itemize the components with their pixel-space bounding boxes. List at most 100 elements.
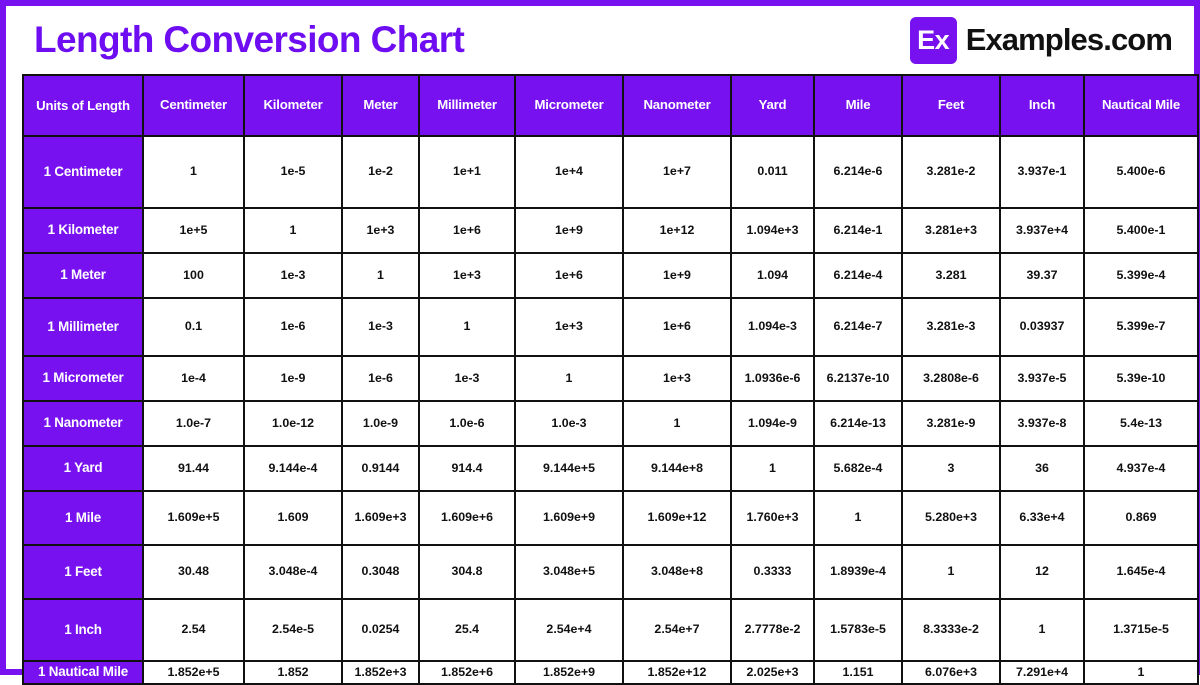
table-row: 1 Micrometer 1e-4 1e-9 1e-6 1e-3 1 1e+3 1.0936e… [22,355,1199,402]
table-cell: 1e+3 [514,297,624,357]
length-conversion-table: Units of Length Centimeter Kilometer Meter M… [22,74,1199,685]
row-header-1-millimeter: 1 Millimeter [22,297,144,357]
table-cell: 6.214e-6 [813,135,903,209]
table-row: 1 Centimeter 1 1e-5 1e-2 1e+1 1e+4 1e+7 0.011 6.… [22,135,1199,209]
column-header-mile: Mile [813,74,903,137]
table-cell: 0.1 [142,297,245,357]
row-header-1-nanometer: 1 Nanometer [22,400,144,447]
column-header-centimeter: Centimeter [142,74,245,137]
table-cell: 1e-4 [142,355,245,402]
table-cell: 3.048e+8 [622,544,732,600]
table-cell: 3.048e-4 [243,544,343,600]
table-cell: 1 [418,297,516,357]
table-cell: 0.3048 [341,544,420,600]
table-cell: 1e-5 [243,135,343,209]
column-header-meter: Meter [341,74,420,137]
table-cell: 1.094e-9 [730,400,815,447]
table-cell: 6.214e-7 [813,297,903,357]
column-header-micrometer: Micrometer [514,74,624,137]
table-cell: 1 [243,207,343,254]
table-cell: 1e+3 [622,355,732,402]
table-cell: 1e-3 [418,355,516,402]
table-cell: 3.281 [901,252,1001,299]
table-cell: 12 [999,544,1085,600]
table-row: 1 Yard 91.44 9.144e-4 0.9144 914.4 9.144e+5 9.… [22,445,1199,492]
table-cell: 1.0e-3 [514,400,624,447]
table-cell: 1.609e+3 [341,490,420,546]
table-cell: 1e+12 [622,207,732,254]
table-cell: 1.852e+3 [341,660,420,685]
table-cell: 1.8939e-4 [813,544,903,600]
table-header-row: Units of Length Centimeter Kilometer Meter M… [22,74,1199,137]
table-cell: 5.400e-1 [1083,207,1199,254]
column-header-feet: Feet [901,74,1001,137]
table-row: 1 Nanometer 1.0e-7 1.0e-12 1.0e-9 1.0e-6 1.0e… [22,400,1199,447]
table-cell: 9.144e+8 [622,445,732,492]
table-cell: 1.609e+9 [514,490,624,546]
table-header: Units of Length Centimeter Kilometer Meter M… [22,74,1199,137]
table-row: 1 Mile 1.609e+5 1.609 1.609e+3 1.609e+6 1.609… [22,490,1199,546]
table-cell: 5.4e-13 [1083,400,1199,447]
table-cell: 91.44 [142,445,245,492]
table-cell: 3.281e+3 [901,207,1001,254]
page-root: Length Conversion Chart Ex Examples.com … [0,0,1200,685]
table-cell: 2.54e+7 [622,598,732,662]
row-header-1-yard: 1 Yard [22,445,144,492]
table-cell: 3.281e-3 [901,297,1001,357]
table-cell: 3 [901,445,1001,492]
row-header-1-mile: 1 Mile [22,490,144,546]
table-cell: 1.609e+12 [622,490,732,546]
table-cell: 1.609 [243,490,343,546]
table-row: 1 Meter 100 1e-3 1 1e+3 1e+6 1e+9 1.094 6.214e-4… [22,252,1199,299]
table-cell: 3.937e-8 [999,400,1085,447]
column-header-units-of-length: Units of Length [22,74,144,137]
table-cell: 5.280e+3 [901,490,1001,546]
table-cell: 2.54e+4 [514,598,624,662]
table-cell: 1 [514,355,624,402]
page-title: Length Conversion Chart [34,19,465,60]
table-cell: 2.54e-5 [243,598,343,662]
table-cell: 3.048e+5 [514,544,624,600]
table-cell: 1.852e+5 [142,660,245,685]
table-cell: 1e+4 [514,135,624,209]
table-cell: 1 [341,252,420,299]
table-cell: 5.682e-4 [813,445,903,492]
table-row: 1 Inch 2.54 2.54e-5 0.0254 25.4 2.54e+4 2.54e+… [22,598,1199,662]
table-cell: 1e-6 [341,355,420,402]
table-cell: 6.214e-4 [813,252,903,299]
table-cell: 6.214e-1 [813,207,903,254]
table-cell: 1e-2 [341,135,420,209]
table-cell: 1.852e+6 [418,660,516,685]
table-cell: 4.937e-4 [1083,445,1199,492]
table-cell: 1e+9 [622,252,732,299]
table-cell: 5.39e-10 [1083,355,1199,402]
table-cell: 1 [1083,660,1199,685]
examples-logo-icon: Ex [909,16,957,64]
table-cell: 1e+6 [514,252,624,299]
table-cell: 5.399e-4 [1083,252,1199,299]
table-cell: 3.2808e-6 [901,355,1001,402]
table-cell: 914.4 [418,445,516,492]
table-cell: 1e-9 [243,355,343,402]
table-row: 1 Millimeter 0.1 1e-6 1e-3 1 1e+3 1e+6 1.094e-3… [22,297,1199,357]
table-cell: 1e-3 [243,252,343,299]
table-container: Units of Length Centimeter Kilometer Meter M… [6,74,1199,685]
table-cell: 39.37 [999,252,1085,299]
row-header-1-kilometer: 1 Kilometer [22,207,144,254]
table-cell: 30.48 [142,544,245,600]
table-cell: 1.0e-6 [418,400,516,447]
table-cell: 0.03937 [999,297,1085,357]
table-body: 1 Centimeter 1 1e-5 1e-2 1e+1 1e+4 1e+7 0.011 6.… [22,135,1199,685]
table-cell: 1e+3 [418,252,516,299]
table-cell: 1.094e-3 [730,297,815,357]
table-cell: 8.3333e-2 [901,598,1001,662]
table-cell: 3.937e-5 [999,355,1085,402]
table-cell: 1.609e+6 [418,490,516,546]
table-cell: 1e+3 [341,207,420,254]
table-cell: 0.9144 [341,445,420,492]
table-cell: 1 [730,445,815,492]
column-header-yard: Yard [730,74,815,137]
column-header-kilometer: Kilometer [243,74,343,137]
brand-logo: Ex Examples.com [909,16,1173,64]
table-cell: 1.5783e-5 [813,598,903,662]
